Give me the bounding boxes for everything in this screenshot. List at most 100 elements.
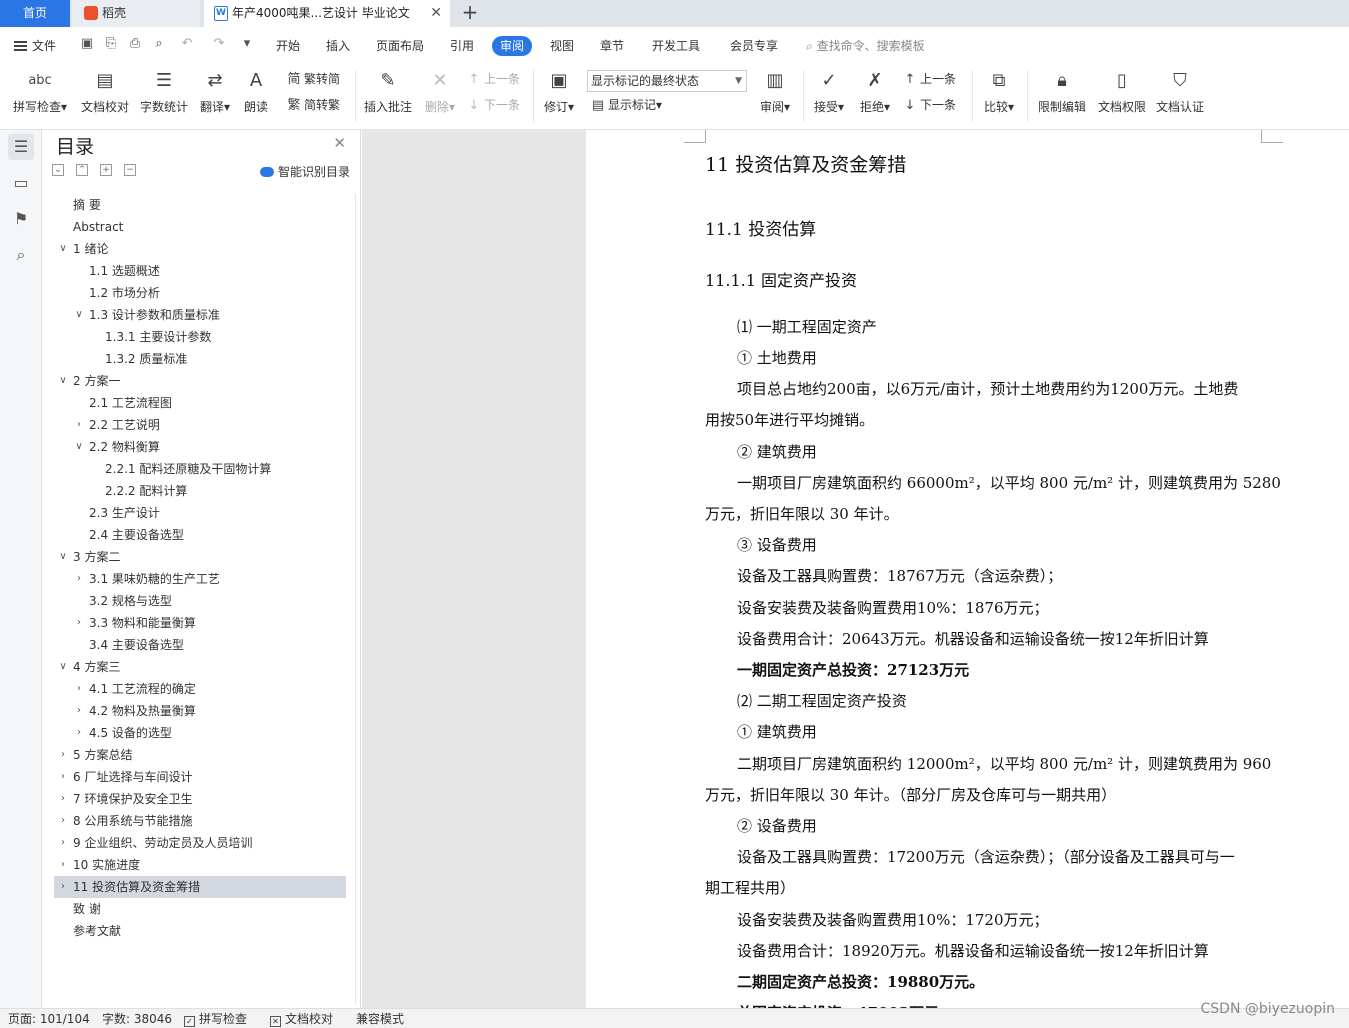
smart-toc-button[interactable]: 智能识别目录 [259, 163, 350, 180]
toc-item[interactable]: ∨ 1 绪论 [43, 238, 355, 260]
chevron-right-icon[interactable]: › [57, 810, 69, 832]
insert-comment-button[interactable]: ✎ 插入批注 [362, 68, 414, 115]
toc-item[interactable]: › 3.1 果味奶糖的生产工艺 [43, 568, 355, 590]
ribbon-tab-layout[interactable]: 页面布局 [376, 36, 424, 56]
toc-item[interactable]: 参考文献 [43, 920, 355, 942]
spell-check-button[interactable]: abc 拼写检查▾ [10, 68, 70, 115]
toc-item[interactable]: 2.3 生产设计 [43, 502, 355, 524]
export-pdf-icon[interactable]: ⎘ [104, 37, 118, 51]
tab-home[interactable]: 首页 [0, 0, 70, 27]
next-change-button[interactable]: ↓ 下一条 [902, 96, 956, 114]
chevron-down-icon[interactable]: ∨ [73, 304, 85, 326]
toc-item[interactable]: › 3.3 物料和能量衡算 [43, 612, 355, 634]
status-spell-check[interactable]: ✓ 拼写检查 [184, 1012, 247, 1027]
toc-item[interactable]: 1.3.1 主要设计参数 [43, 326, 355, 348]
file-menu[interactable]: 文件 [14, 37, 56, 55]
print-preview-icon[interactable]: ⌕ [152, 37, 166, 51]
chevron-down-icon[interactable]: ∨ [73, 436, 85, 458]
chevron-down-icon[interactable]: ∨ [57, 656, 69, 678]
toc-item[interactable]: › 7 环境保护及安全卫生 [43, 788, 355, 810]
toc-item[interactable]: ∨ 1.3 设计参数和质量标准 [43, 304, 355, 326]
toc-item[interactable]: › 4.1 工艺流程的确定 [43, 678, 355, 700]
tab-document[interactable]: W 年产4000吨果...艺设计 毕业论文 ✕ [204, 0, 450, 27]
chevron-right-icon[interactable]: › [73, 568, 85, 590]
chevron-right-icon[interactable]: › [57, 788, 69, 810]
chevron-down-icon[interactable]: ∨ [57, 546, 69, 568]
close-tab-icon[interactable]: ✕ [430, 0, 442, 27]
toc-item[interactable]: 2.2.2 配料计算 [43, 480, 355, 502]
accept-button[interactable]: ✓ 接受▾ [810, 68, 848, 115]
toc-item[interactable]: 致 谢 [43, 898, 355, 920]
word-count-button[interactable]: ☰ 字数统计 [138, 68, 190, 115]
ribbon-tab-member[interactable]: 会员专享 [730, 36, 778, 56]
toc-item[interactable]: ∨ 2 方案一 [43, 370, 355, 392]
bookmark-icon[interactable]: ⚑ [8, 206, 34, 232]
chevron-right-icon[interactable]: › [57, 854, 69, 876]
toc-item[interactable]: 1.2 市场分析 [43, 282, 355, 304]
expand-up-icon[interactable]: ⌃ [76, 164, 88, 176]
toc-item[interactable]: 3.2 规格与选型 [43, 590, 355, 612]
restrict-edit-button[interactable]: 🔒︎ 限制编辑 [1036, 68, 1088, 115]
simp-to-trad-button[interactable]: 繁简转繁 [286, 96, 340, 114]
toc-item[interactable]: 3.4 主要设备选型 [43, 634, 355, 656]
word-count-indicator[interactable]: 字数: 38046 [102, 1012, 172, 1027]
toc-item[interactable]: › 2.2 工艺说明 [43, 414, 355, 436]
toc-item[interactable]: Abstract [43, 216, 355, 238]
delete-comment-button[interactable]: ✕ 删除▾ [420, 68, 460, 115]
toc-item[interactable]: 1.3.2 质量标准 [43, 348, 355, 370]
chevron-right-icon[interactable]: › [57, 876, 69, 898]
collapse-all-icon[interactable]: ⌄ [52, 164, 64, 176]
toc-panel-icon[interactable]: ☰ [8, 134, 34, 160]
doc-permission-button[interactable]: ▯ 文档权限 [1096, 68, 1148, 115]
customize-toolbar-icon[interactable]: ▾ [240, 37, 254, 51]
doc-cert-button[interactable]: ⛉ 文档认证 [1154, 68, 1206, 115]
document-page[interactable]: 11 投资估算及资金筹措 11.1 投资估算 11.1.1 固定资产投资 ⑴ 一… [586, 130, 1349, 1008]
chapter-nav-icon[interactable]: ▭ [8, 170, 34, 196]
save-icon[interactable]: ▣ [80, 37, 94, 51]
toc-item[interactable]: 1.1 选题概述 [43, 260, 355, 282]
toc-item[interactable]: ∨ 2.2 物料衡算 [43, 436, 355, 458]
toc-item[interactable]: 2.2.1 配料还原糖及干固物计算 [43, 458, 355, 480]
page-indicator[interactable]: 页面: 101/104 [8, 1012, 90, 1027]
toc-item[interactable]: 摘 要 [43, 194, 355, 216]
compare-button[interactable]: ⧉ 比较▾ [980, 68, 1018, 115]
ribbon-tab-references[interactable]: 引用 [450, 36, 474, 56]
toc-item[interactable]: › 8 公用系统与节能措施 [43, 810, 355, 832]
toc-item[interactable]: › 4.2 物料及热量衡算 [43, 700, 355, 722]
toc-item[interactable]: › 11 投资估算及资金筹措 [54, 876, 346, 898]
tab-docer[interactable]: 稻壳 [72, 0, 200, 27]
show-markup-button[interactable]: ▤ 显示标记▾ [590, 96, 662, 114]
chevron-right-icon[interactable]: › [73, 700, 85, 722]
next-comment-button[interactable]: ↓ 下一条 [466, 96, 520, 114]
read-aloud-button[interactable]: A 朗读 [240, 68, 272, 115]
chevron-right-icon[interactable]: › [73, 678, 85, 700]
chevron-right-icon[interactable]: › [73, 722, 85, 744]
redo-icon[interactable]: ↷ [212, 37, 226, 51]
ribbon-tab-review[interactable]: 审阅 [492, 36, 533, 56]
toc-item[interactable]: › 5 方案总结 [43, 744, 355, 766]
toc-scrollbar[interactable] [355, 194, 356, 1004]
new-tab-button[interactable]: + [458, 0, 482, 27]
ribbon-tab-developer[interactable]: 开发工具 [652, 36, 700, 56]
remove-heading-icon[interactable]: − [124, 164, 136, 176]
prev-change-button[interactable]: ↑ 上一条 [902, 70, 956, 88]
chevron-right-icon[interactable]: › [57, 832, 69, 854]
prev-comment-button[interactable]: ↑ 上一条 [466, 70, 520, 88]
ribbon-tab-insert[interactable]: 插入 [326, 36, 350, 56]
toc-item[interactable]: › 6 厂址选择与车间设计 [43, 766, 355, 788]
toc-item[interactable]: 2.1 工艺流程图 [43, 392, 355, 414]
markup-state-select[interactable]: 显示标记的最终状态 ▼ [587, 70, 747, 92]
toc-item[interactable]: › 10 实施进度 [43, 854, 355, 876]
translate-button[interactable]: ⇄ 翻译▾ [196, 68, 234, 115]
ribbon-tab-view[interactable]: 视图 [550, 36, 574, 56]
chevron-right-icon[interactable]: › [73, 414, 85, 436]
search-icon[interactable]: ⌕ [8, 242, 34, 268]
trad-to-simp-button[interactable]: 简繁转简 [286, 70, 340, 88]
close-icon[interactable]: ✕ [333, 134, 346, 152]
reject-button[interactable]: ✗ 拒绝▾ [856, 68, 894, 115]
chevron-down-icon[interactable]: ∨ [57, 238, 69, 260]
review-pane-button[interactable]: ▥ 审阅▾ [756, 68, 794, 115]
chevron-right-icon[interactable]: › [57, 744, 69, 766]
chevron-down-icon[interactable]: ∨ [57, 370, 69, 392]
toc-item[interactable]: ∨ 4 方案三 [43, 656, 355, 678]
